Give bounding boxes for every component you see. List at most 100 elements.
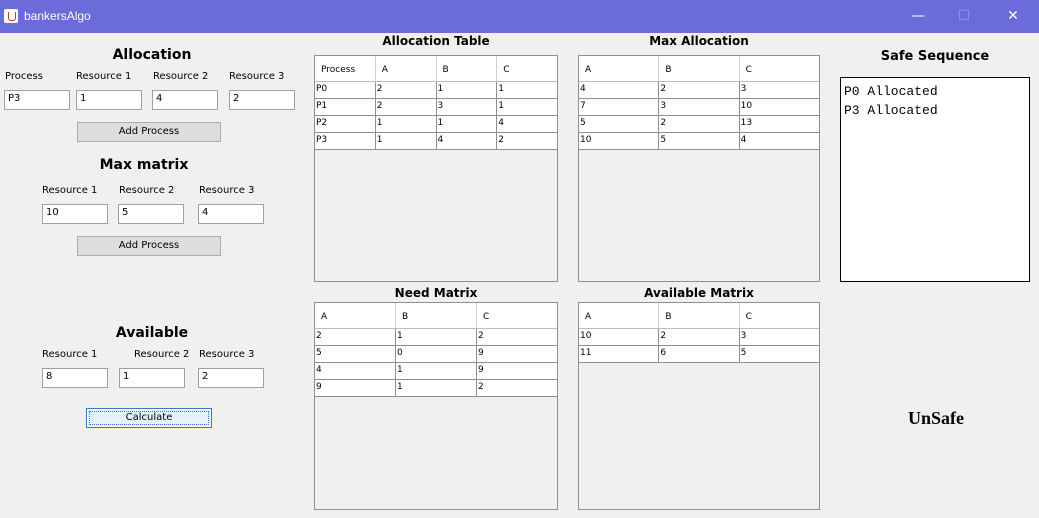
available-resource1-label: Resource 1 bbox=[42, 349, 98, 360]
max-resource3-label: Resource 3 bbox=[199, 185, 255, 196]
table-row[interactable]: P3 1 4 2 bbox=[315, 133, 557, 150]
allocation-resource1-input[interactable]: 1 bbox=[76, 90, 142, 110]
table-cell: 3 bbox=[740, 84, 747, 94]
allocation-process-input[interactable]: P3 bbox=[4, 90, 70, 110]
table-row[interactable]: 4 2 3 bbox=[579, 82, 819, 99]
allocation-resource3-input[interactable]: 2 bbox=[229, 90, 295, 110]
safe-sequence-textarea[interactable]: P0 Allocated P3 Allocated bbox=[840, 77, 1030, 282]
table-cell: 3 bbox=[437, 99, 498, 115]
table-cell: 10 bbox=[579, 133, 660, 149]
max-add-process-button[interactable]: Add Process bbox=[77, 236, 221, 256]
table-row[interactable]: P0 2 1 1 bbox=[315, 82, 557, 99]
table-cell: 10 bbox=[740, 101, 753, 111]
table-cell: P2 bbox=[315, 116, 376, 132]
table-cell: 4 bbox=[579, 82, 660, 98]
max-allocation-table: A B C 4 2 3 7 3 10 5 2 13 10 5 4 bbox=[578, 55, 820, 282]
title-bar: bankersAlgo — ☐ ✕ bbox=[0, 0, 1039, 33]
table-row[interactable]: 11 6 5 bbox=[579, 346, 819, 363]
table-cell: 2 bbox=[659, 329, 740, 345]
available-resource3-input[interactable]: 2 bbox=[198, 368, 264, 388]
sequence-line: P3 Allocated bbox=[844, 103, 938, 118]
column-header[interactable]: Process bbox=[315, 56, 376, 81]
column-header[interactable]: B bbox=[659, 56, 740, 81]
table-cell: P0 bbox=[315, 82, 376, 98]
table-cell: 1 bbox=[498, 101, 504, 111]
table-row[interactable]: 9 1 2 bbox=[315, 380, 557, 397]
table-row[interactable]: P2 1 1 4 bbox=[315, 116, 557, 133]
need-matrix-title: Need Matrix bbox=[394, 286, 478, 300]
table-row[interactable]: 5 0 9 bbox=[315, 346, 557, 363]
table-cell: 5 bbox=[740, 348, 747, 358]
column-header[interactable]: B bbox=[659, 303, 740, 328]
table-row[interactable]: 10 2 3 bbox=[579, 329, 819, 346]
java-app-icon bbox=[4, 9, 18, 23]
column-header[interactable]: A bbox=[315, 303, 396, 328]
table-row[interactable]: 4 1 9 bbox=[315, 363, 557, 380]
max-resource3-input[interactable]: 4 bbox=[198, 204, 264, 224]
column-header[interactable]: A bbox=[579, 303, 660, 328]
table-cell: 5 bbox=[659, 133, 740, 149]
allocation-resource1-label: Resource 1 bbox=[76, 71, 132, 82]
table-cell: 9 bbox=[478, 365, 484, 375]
minimize-button[interactable]: — bbox=[895, 0, 941, 33]
available-resource2-label: Resource 2 bbox=[134, 349, 190, 360]
allocation-table: Process A B C P0 2 1 1 P1 2 3 1 P2 1 1 4… bbox=[314, 55, 558, 282]
maximize-button[interactable]: ☐ bbox=[941, 0, 987, 33]
max-resource1-input[interactable]: 10 bbox=[42, 204, 108, 224]
table-cell: 2 bbox=[376, 99, 437, 115]
table-cell: 6 bbox=[659, 346, 740, 362]
available-resource3-label: Resource 3 bbox=[199, 349, 255, 360]
table-cell: 1 bbox=[376, 133, 437, 149]
table-header: A B C bbox=[579, 303, 819, 329]
table-cell: 5 bbox=[579, 116, 660, 132]
table-cell: 2 bbox=[659, 82, 740, 98]
table-cell: 2 bbox=[315, 329, 396, 345]
max-allocation-title: Max Allocation bbox=[649, 34, 749, 48]
table-header: A B C bbox=[579, 56, 819, 82]
close-button[interactable]: ✕ bbox=[990, 0, 1036, 33]
max-matrix-heading: Max matrix bbox=[99, 157, 189, 173]
max-resource2-label: Resource 2 bbox=[119, 185, 175, 196]
table-cell: 1 bbox=[437, 82, 498, 98]
max-resource2-input[interactable]: 5 bbox=[118, 204, 184, 224]
allocation-add-process-button[interactable]: Add Process bbox=[77, 122, 221, 142]
allocation-resource2-input[interactable]: 4 bbox=[152, 90, 218, 110]
max-resource1-label: Resource 1 bbox=[42, 185, 98, 196]
available-matrix-table: A B C 10 2 3 11 6 5 bbox=[578, 302, 820, 510]
column-header[interactable]: A bbox=[579, 56, 660, 81]
table-cell: 2 bbox=[498, 135, 504, 145]
column-header[interactable]: C bbox=[497, 56, 557, 81]
table-cell: P1 bbox=[315, 99, 376, 115]
available-resource1-input[interactable]: 8 bbox=[42, 368, 108, 388]
available-resource2-input[interactable]: 1 bbox=[119, 368, 185, 388]
window-title: bankersAlgo bbox=[24, 9, 91, 23]
column-header[interactable]: C bbox=[740, 56, 819, 81]
safety-result-label: UnSafe bbox=[907, 408, 964, 428]
table-cell: 2 bbox=[659, 116, 740, 132]
table-row[interactable]: 10 5 4 bbox=[579, 133, 819, 150]
calculate-button[interactable]: Calculate bbox=[86, 408, 212, 428]
column-header[interactable]: A bbox=[376, 56, 437, 81]
available-heading: Available bbox=[115, 325, 189, 341]
table-header: A B C bbox=[315, 303, 557, 329]
column-header[interactable]: B bbox=[437, 56, 498, 81]
column-header[interactable]: B bbox=[396, 303, 477, 328]
table-row[interactable]: P1 2 3 1 bbox=[315, 99, 557, 116]
table-cell: 1 bbox=[396, 363, 477, 379]
table-cell: 1 bbox=[396, 329, 477, 345]
table-cell: 11 bbox=[579, 346, 660, 362]
column-header[interactable]: C bbox=[477, 303, 557, 328]
table-cell: 4 bbox=[437, 133, 498, 149]
table-row[interactable]: 5 2 13 bbox=[579, 116, 819, 133]
table-header: Process A B C bbox=[315, 56, 557, 82]
table-cell: 5 bbox=[315, 346, 396, 362]
table-row[interactable]: 2 1 2 bbox=[315, 329, 557, 346]
table-cell: 1 bbox=[498, 84, 504, 94]
column-header[interactable]: C bbox=[740, 303, 819, 328]
table-cell: 9 bbox=[315, 380, 396, 396]
table-cell: 2 bbox=[478, 331, 484, 341]
table-row[interactable]: 7 3 10 bbox=[579, 99, 819, 116]
table-cell: 13 bbox=[740, 118, 753, 128]
table-cell: 2 bbox=[376, 82, 437, 98]
allocation-process-label: Process bbox=[5, 71, 43, 82]
